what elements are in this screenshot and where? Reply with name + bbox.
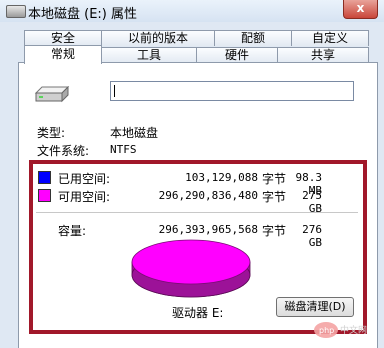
free-space-bytes: 296,290,836,480 (158, 189, 258, 202)
used-space-label: 已用空间: (58, 172, 111, 186)
svg-text:中文网: 中文网 (340, 324, 367, 336)
used-space-unit: 字节 (262, 172, 287, 186)
capacity-label: 容量: (58, 224, 87, 238)
capacity-unit: 字节 (262, 224, 287, 238)
used-space-swatch (38, 171, 51, 184)
free-space-slice (131, 239, 251, 285)
drive-icon (6, 5, 26, 18)
tab-previous-versions[interactable]: 以前的版本 (101, 30, 215, 46)
free-space-swatch (38, 189, 51, 202)
disk-usage-pie (131, 239, 251, 298)
hard-drive-icon (34, 86, 70, 103)
filesystem-label: 文件系统: (37, 144, 90, 158)
tab-customize[interactable]: 自定义 (291, 30, 369, 46)
title-bar: 本地磁盘 (E:) 属性 x (0, 0, 384, 22)
disk-cleanup-button[interactable]: 磁盘清理(D) (276, 297, 354, 317)
free-space-unit: 字节 (262, 190, 287, 204)
close-button[interactable]: x (343, 0, 378, 19)
watermark-text: php (319, 326, 334, 335)
php-watermark-logo: php 中文网 (314, 322, 367, 338)
volume-name-input[interactable] (110, 81, 354, 101)
used-space-bytes: 103,129,088 (185, 171, 258, 184)
tab-general[interactable]: 常规 (24, 45, 102, 64)
text-caret (114, 85, 115, 97)
capacity-size: 276 GB (302, 223, 322, 249)
window-title: 本地磁盘 (E:) 属性 (28, 7, 138, 22)
free-space-label: 可用空间: (58, 190, 111, 204)
tab-quota[interactable]: 配额 (214, 30, 292, 46)
separator (36, 212, 358, 213)
type-value: 本地磁盘 (110, 126, 159, 140)
tab-hardware[interactable]: 硬件 (196, 47, 278, 63)
filesystem-value: NTFS (110, 143, 137, 156)
tab-tools[interactable]: 工具 (101, 47, 197, 63)
drive-label: 驱动器 E: (172, 306, 224, 320)
type-label: 类型: (37, 126, 66, 140)
capacity-bytes: 296,393,965,568 (158, 223, 258, 236)
tab-sharing[interactable]: 共享 (277, 47, 369, 63)
tab-security[interactable]: 安全 (24, 30, 102, 46)
